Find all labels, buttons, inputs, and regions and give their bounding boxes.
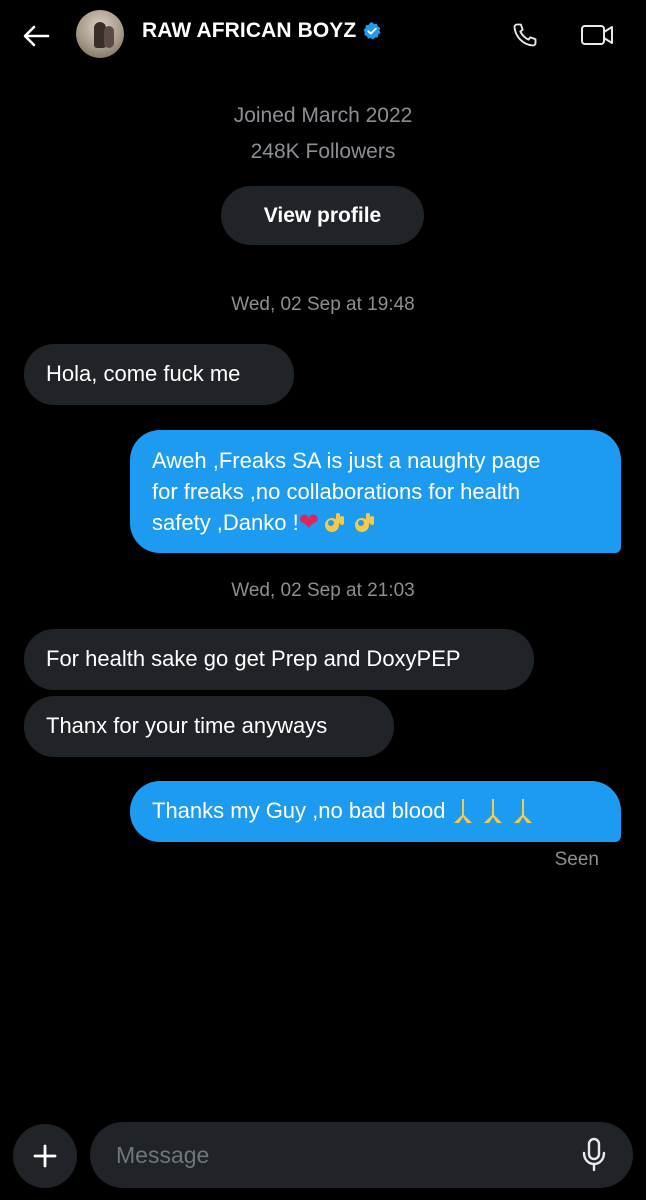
verified-badge-icon xyxy=(363,22,381,40)
dm-conversation-screen: RAW AFRICAN BOYZ Joined March 2022 248K … xyxy=(0,0,646,1200)
voice-call-button[interactable] xyxy=(508,18,542,52)
plus-icon xyxy=(33,1144,57,1168)
folded-hands-emoji-icon xyxy=(513,798,532,823)
header-title-group[interactable]: RAW AFRICAN BOYZ xyxy=(142,19,382,43)
message-text-line: for freaks ,no collaborations for health xyxy=(152,479,521,504)
message-timestamp: Wed, 02 Sep at 21:03 xyxy=(231,580,415,601)
message-text: Thanx for your time anyways xyxy=(46,713,328,738)
ok-hand-emoji-icon xyxy=(354,512,374,532)
arrow-left-icon xyxy=(23,25,50,47)
message-bubble-incoming[interactable]: Thanx for your time anyways xyxy=(24,696,394,757)
message-text-line: Aweh ,Freaks SA is just a naughty page xyxy=(152,448,541,473)
view-profile-button[interactable]: View profile xyxy=(221,186,424,245)
joined-date: Joined March 2022 xyxy=(233,104,413,127)
message-input[interactable] xyxy=(116,1122,556,1188)
message-text: For health sake go get Prep and DoxyPEP xyxy=(46,646,461,671)
add-attachment-button[interactable] xyxy=(13,1124,77,1188)
message-text-line: safety ,Danko ! xyxy=(152,510,299,535)
message-bubble-outgoing[interactable]: Aweh ,Freaks SA is just a naughty page f… xyxy=(130,430,621,553)
video-camera-icon xyxy=(581,25,613,45)
message-text-line-group: safety ,Danko ! ❤ xyxy=(152,507,599,538)
folded-hands-emoji-icon xyxy=(453,798,472,823)
seen-receipt: Seen xyxy=(554,849,599,870)
conversation-title: RAW AFRICAN BOYZ xyxy=(142,19,357,42)
phone-icon xyxy=(513,23,537,47)
folded-hands-emoji-icon xyxy=(483,798,502,823)
voice-message-button[interactable] xyxy=(579,1136,609,1174)
message-text: Thanks my Guy ,no bad blood xyxy=(152,798,446,823)
video-call-button[interactable] xyxy=(578,18,616,52)
heart-emoji-icon: ❤ xyxy=(298,508,319,536)
follower-count: 248K Followers xyxy=(250,140,396,163)
message-composer xyxy=(90,1122,633,1188)
avatar[interactable] xyxy=(76,10,124,58)
back-button[interactable] xyxy=(18,18,54,54)
avatar-photo-detail xyxy=(104,26,114,48)
ok-hand-emoji-icon xyxy=(324,512,344,532)
message-text: Hola, come fuck me xyxy=(46,361,241,386)
message-timestamp: Wed, 02 Sep at 19:48 xyxy=(231,294,415,315)
message-bubble-outgoing[interactable]: Thanks my Guy ,no bad blood xyxy=(130,781,621,842)
message-bubble-incoming[interactable]: Hola, come fuck me xyxy=(24,344,294,405)
message-bubble-incoming[interactable]: For health sake go get Prep and DoxyPEP xyxy=(24,629,534,690)
message-content: Thanks my Guy ,no bad blood xyxy=(152,795,599,826)
conversation-header: RAW AFRICAN BOYZ xyxy=(0,0,646,70)
microphone-icon xyxy=(582,1137,606,1172)
